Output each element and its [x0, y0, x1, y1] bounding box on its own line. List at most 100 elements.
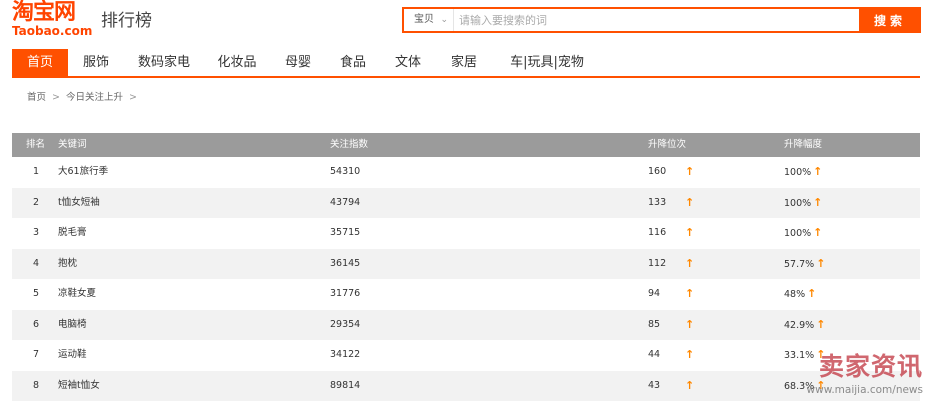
- nav-item-5[interactable]: 食品: [326, 49, 380, 76]
- position-cell: 44: [648, 349, 661, 360]
- percent-value: 57.7%: [784, 258, 815, 270]
- percent-cell: 68.3% ↑: [784, 371, 825, 403]
- breadcrumb-home[interactable]: 首页: [27, 92, 46, 104]
- chevron-right-icon: >: [52, 92, 60, 103]
- rank-cell: 8: [33, 379, 40, 391]
- table-row[interactable]: 4 抱枕 36145 112 ↑ 57.7% ↑: [12, 248, 920, 281]
- breadcrumb-current[interactable]: 今日关注上升: [66, 92, 123, 104]
- up-arrow-icon: ↑: [813, 226, 823, 239]
- position-cell: 112: [648, 257, 667, 269]
- nav-item-1[interactable]: 服饰: [68, 49, 124, 76]
- table-row[interactable]: 6 电脑椅 29354 85 ↑ 42.9% ↑: [12, 309, 920, 342]
- up-arrow-icon: ↑: [685, 317, 695, 331]
- column-header-index: 关注指数: [330, 139, 369, 150]
- ranking-table: 排名 关键词 关注指数 升降位次 升降幅度 1 大61旅行季 54310 160 ↑ 10…: [12, 133, 920, 401]
- search-bar: 宝贝 ⌄ 搜索: [402, 7, 921, 33]
- rank-cell: 1: [33, 166, 40, 177]
- nav-item-8[interactable]: 车|玩具|宠物: [492, 49, 602, 76]
- up-arrow-icon: ↑: [807, 287, 817, 300]
- index-cell: 31776: [330, 288, 361, 299]
- table-row[interactable]: 7 运动鞋 34122 44 ↑ 33.1% ↑: [12, 340, 920, 371]
- up-arrow-icon: ↑: [685, 378, 695, 392]
- keyword-link[interactable]: 凉鞋女夏: [58, 279, 96, 310]
- keyword-link[interactable]: 电脑椅: [58, 310, 87, 341]
- search-scope-select[interactable]: 宝贝 ⌄: [404, 9, 454, 31]
- percent-cell: 48% ↑: [784, 279, 816, 311]
- percent-value: 48%: [784, 289, 806, 300]
- column-header-percent: 升降幅度: [784, 139, 823, 150]
- table-row[interactable]: 2 t恤女短袖 43794 133 ↑ 100% ↑: [12, 187, 920, 219]
- index-cell: 34122: [330, 349, 361, 360]
- keyword-link[interactable]: 大61旅行季: [58, 157, 108, 188]
- percent-cell: 100% ↑: [784, 157, 822, 189]
- column-header-keyword: 关键词: [58, 139, 87, 150]
- rank-cell: 7: [33, 349, 40, 360]
- search-scope-label: 宝贝: [414, 14, 434, 25]
- nav-item-2[interactable]: 数码家电: [124, 49, 204, 76]
- table-row[interactable]: 5 凉鞋女夏 31776 94 ↑ 48% ↑: [12, 279, 920, 310]
- percent-cell: 57.7% ↑: [784, 249, 825, 281]
- nav-item-0[interactable]: 首页: [12, 49, 68, 76]
- rank-cell: 6: [33, 318, 40, 330]
- logo-text-cn: 淘宝网: [12, 0, 76, 25]
- chevron-down-icon: ⌄: [440, 15, 448, 25]
- percent-value: 100%: [784, 228, 812, 239]
- up-arrow-icon: ↑: [685, 287, 695, 300]
- up-arrow-icon: ↑: [816, 378, 826, 392]
- keyword-link[interactable]: 脱毛膏: [58, 218, 87, 249]
- up-arrow-icon: ↑: [816, 348, 826, 361]
- table-body: 1 大61旅行季 54310 160 ↑ 100% ↑ 2 t恤女短袖 43794 133 ↑ 100%…: [12, 157, 920, 401]
- position-cell: 133: [648, 196, 667, 208]
- keyword-link[interactable]: t恤女短袖: [58, 188, 100, 219]
- column-header-position: 升降位次: [648, 139, 687, 150]
- percent-cell: 42.9% ↑: [784, 310, 825, 342]
- percent-cell: 100% ↑: [784, 218, 822, 250]
- percent-value: 68.3%: [784, 380, 815, 392]
- index-cell: 35715: [330, 227, 361, 238]
- up-arrow-icon: ↑: [813, 195, 823, 209]
- keyword-link[interactable]: 短袖t恤女: [58, 371, 100, 402]
- header: 淘宝网 Taobao.com 排行榜 宝贝 ⌄ 搜索: [0, 0, 927, 46]
- up-arrow-icon: ↑: [813, 165, 823, 178]
- up-arrow-icon: ↑: [816, 317, 826, 331]
- position-cell: 116: [648, 227, 667, 238]
- nav-item-7[interactable]: 家居: [436, 49, 492, 76]
- percent-value: 33.1%: [784, 350, 815, 361]
- rank-cell: 3: [33, 227, 40, 238]
- keyword-link[interactable]: 抱枕: [58, 249, 77, 280]
- up-arrow-icon: ↑: [816, 256, 826, 270]
- taobao-logo[interactable]: 淘宝网 Taobao.com: [12, 2, 96, 40]
- table-row[interactable]: 3 脱毛膏 35715 116 ↑ 100% ↑: [12, 218, 920, 249]
- index-cell: 36145: [330, 257, 361, 269]
- nav-item-4[interactable]: 母婴: [270, 49, 326, 76]
- search-button[interactable]: 搜索: [859, 7, 921, 33]
- nav-item-3[interactable]: 化妆品: [204, 49, 270, 76]
- rank-cell: 5: [33, 288, 40, 299]
- table-row[interactable]: 8 短袖t恤女 89814 43 ↑ 68.3% ↑: [12, 370, 920, 403]
- up-arrow-icon: ↑: [685, 256, 695, 270]
- keyword-link[interactable]: 运动鞋: [58, 340, 87, 371]
- percent-cell: 33.1% ↑: [784, 340, 825, 372]
- search-input[interactable]: [459, 9, 859, 31]
- category-nav: 首页 服饰 数码家电 化妆品 母婴 食品 文体 家居 车|玩具|宠物: [12, 49, 920, 78]
- rank-cell: 4: [33, 257, 40, 269]
- nav-item-6[interactable]: 文体: [380, 49, 436, 76]
- table-header: 排名 关键词 关注指数 升降位次 升降幅度: [12, 133, 920, 157]
- position-cell: 43: [648, 379, 661, 391]
- index-cell: 29354: [330, 318, 361, 330]
- rank-cell: 2: [33, 196, 40, 208]
- column-header-rank: 排名: [26, 139, 46, 150]
- table-row[interactable]: 1 大61旅行季 54310 160 ↑ 100% ↑: [12, 157, 920, 188]
- position-cell: 85: [648, 318, 661, 330]
- chevron-right-icon: >: [129, 92, 137, 103]
- index-cell: 89814: [330, 379, 361, 391]
- up-arrow-icon: ↑: [685, 226, 695, 239]
- index-cell: 43794: [330, 196, 361, 208]
- percent-value: 42.9%: [784, 319, 815, 331]
- up-arrow-icon: ↑: [685, 165, 695, 178]
- position-cell: 160: [648, 166, 667, 177]
- up-arrow-icon: ↑: [685, 348, 695, 361]
- percent-value: 100%: [784, 167, 812, 178]
- breadcrumb: 首页 > 今日关注上升 >: [27, 92, 143, 104]
- index-cell: 54310: [330, 166, 361, 177]
